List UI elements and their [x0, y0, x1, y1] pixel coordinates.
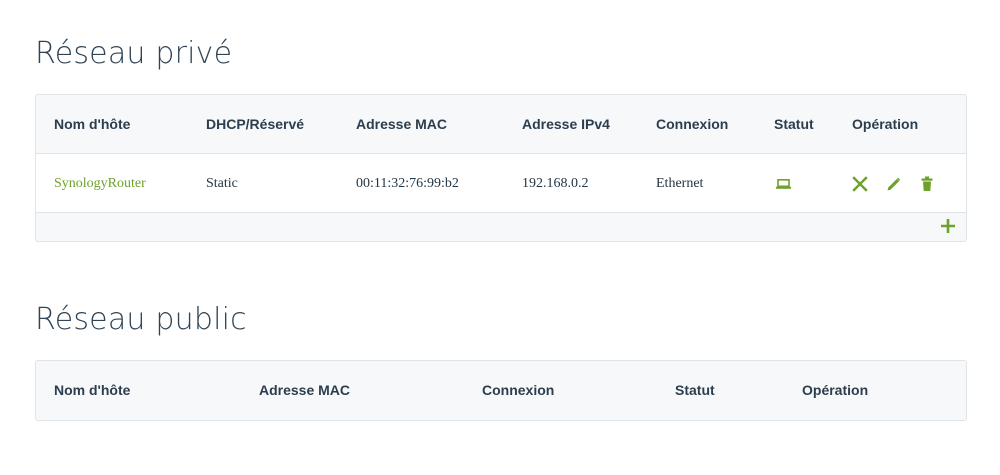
- column-header-hostname[interactable]: Nom d'hôte: [54, 382, 130, 398]
- column-header-status[interactable]: Statut: [675, 382, 715, 398]
- table-row[interactable]: SynologyRouter Static 00:11:32:76:99:b2 …: [36, 154, 966, 213]
- column-header-status[interactable]: Statut: [774, 116, 814, 132]
- column-header-connection[interactable]: Connexion: [482, 382, 554, 398]
- table-footer: [36, 213, 966, 241]
- hostname-link[interactable]: SynologyRouter: [54, 176, 146, 192]
- laptop-icon: [776, 179, 791, 189]
- column-header-hostname[interactable]: Nom d'hôte: [54, 116, 130, 132]
- close-icon[interactable]: [852, 176, 868, 192]
- private-network-title: Réseau privé: [35, 36, 233, 71]
- pencil-icon[interactable]: [886, 176, 902, 192]
- plus-icon[interactable]: [940, 218, 956, 234]
- dhcp-value: Static: [206, 176, 238, 191]
- connection-value: Ethernet: [656, 176, 704, 191]
- public-network-title: Réseau public: [35, 302, 247, 337]
- table-header: Nom d'hôte Adresse MAC Connexion Statut …: [36, 361, 966, 420]
- column-header-dhcp[interactable]: DHCP/Réservé: [206, 116, 304, 132]
- table-header: Nom d'hôte DHCP/Réservé Adresse MAC Adre…: [36, 95, 966, 154]
- ipv4-value: 192.168.0.2: [522, 176, 589, 191]
- mac-value: 00:11:32:76:99:b2: [356, 176, 459, 191]
- trash-icon[interactable]: [921, 176, 933, 192]
- column-header-mac[interactable]: Adresse MAC: [259, 382, 350, 398]
- column-header-connection[interactable]: Connexion: [656, 116, 728, 132]
- column-header-operation: Opération: [852, 116, 919, 132]
- column-header-mac[interactable]: Adresse MAC: [356, 116, 447, 132]
- column-header-ipv4[interactable]: Adresse IPv4: [522, 116, 610, 132]
- column-header-operation: Opération: [802, 382, 869, 398]
- public-network-table: Nom d'hôte Adresse MAC Connexion Statut …: [35, 360, 967, 421]
- private-network-table: Nom d'hôte DHCP/Réservé Adresse MAC Adre…: [35, 94, 967, 242]
